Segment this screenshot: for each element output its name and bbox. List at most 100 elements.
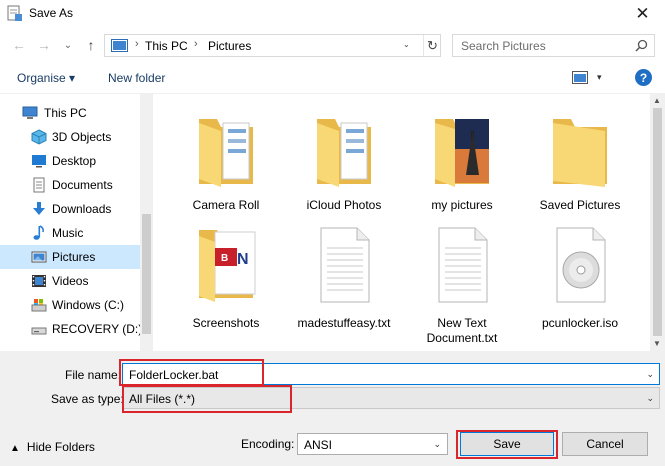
- new-folder-button[interactable]: New folder: [108, 71, 165, 85]
- file-list: Camera Roll iCloud Photos my pictures Sa…: [153, 94, 650, 351]
- sidebar-item-label: 3D Objects: [52, 130, 112, 144]
- help-icon: ?: [639, 70, 648, 85]
- view-options-icon[interactable]: [572, 71, 588, 84]
- sidebar-item-this-pc[interactable]: This PC: [0, 101, 140, 125]
- forward-arrow-icon: →: [37, 37, 51, 53]
- file-list-scrollbar[interactable]: ▲ ▼: [650, 94, 665, 351]
- svg-text:N: N: [237, 251, 249, 268]
- sidebar-item-pictures[interactable]: Pictures: [0, 245, 140, 269]
- file-name: iCloud Photos: [306, 198, 382, 212]
- sidebar-item-label: Music: [52, 226, 84, 240]
- file-name-label: File name:: [65, 368, 122, 382]
- pictures-location-icon: [111, 39, 128, 52]
- scroll-down-icon[interactable]: ▼: [653, 339, 661, 348]
- download-icon: [33, 202, 45, 215]
- encoding-select[interactable]: ANSI ⌄: [297, 433, 448, 455]
- encoding-label: Encoding:: [241, 437, 295, 451]
- sidebar-item-music[interactable]: Music: [0, 221, 140, 245]
- folder-icon: [553, 119, 607, 187]
- file-name: Camera Roll: [192, 198, 260, 212]
- chevron-up-icon: ▲: [10, 443, 20, 454]
- highlight-annotation: [122, 385, 292, 413]
- disc-image-icon: [556, 227, 606, 303]
- file-item-pcunlocker-iso[interactable]: pcunlocker.iso: [526, 222, 634, 347]
- file-name: New Text Document.txt: [426, 316, 498, 345]
- chevron-down-icon[interactable]: ⌄: [646, 393, 654, 404]
- cancel-button[interactable]: Cancel: [562, 432, 648, 456]
- help-button[interactable]: ?: [635, 69, 652, 86]
- file-item-saved-pictures[interactable]: Saved Pictures: [526, 104, 634, 219]
- file-item-screenshots[interactable]: B N Screenshots: [172, 222, 280, 347]
- file-name: madestuffeasy.txt: [297, 316, 391, 330]
- address-dropdown-icon[interactable]: ⌄: [403, 40, 410, 49]
- sidebar-item-label: Videos: [52, 274, 89, 288]
- svg-text:B: B: [221, 253, 228, 264]
- cube-icon: [31, 129, 47, 145]
- file-item-new-text-document-txt[interactable]: New Text Document.txt: [408, 222, 516, 347]
- scrollbar-thumb[interactable]: [653, 108, 662, 336]
- forward-button[interactable]: →: [34, 36, 54, 54]
- text-file-icon: [320, 227, 370, 303]
- save-as-type-label: Save as type:: [51, 392, 124, 406]
- highlight-annotation: [456, 430, 558, 459]
- file-name: my pictures: [431, 198, 493, 212]
- search-icon: [635, 39, 648, 52]
- document-icon: [33, 177, 45, 193]
- file-item-icloud-photos[interactable]: iCloud Photos: [290, 104, 398, 219]
- chevron-down-icon: ⌄: [63, 39, 73, 51]
- up-button[interactable]: ↑: [81, 36, 101, 54]
- file-item-madestuffeasy-txt[interactable]: madestuffeasy.txt: [290, 222, 398, 347]
- drive-icon: [31, 327, 47, 335]
- view-options-dropdown-icon[interactable]: ▾: [597, 72, 602, 83]
- music-icon: [33, 225, 44, 240]
- breadcrumb-pictures[interactable]: Pictures: [208, 39, 251, 53]
- sidebar-item-windows-c[interactable]: Windows (C:): [0, 293, 140, 317]
- sidebar-item-3d-objects[interactable]: 3D Objects: [0, 125, 140, 149]
- sidebar-item-downloads[interactable]: Downloads: [0, 197, 140, 221]
- file-item-my-pictures[interactable]: my pictures: [408, 104, 516, 219]
- pictures-icon: [31, 251, 47, 263]
- video-icon: [32, 275, 46, 287]
- sidebar-item-label: Downloads: [52, 202, 112, 216]
- breadcrumb-separator-icon: ›: [135, 38, 139, 50]
- chevron-down-icon: ⌄: [433, 439, 441, 449]
- drive-icon: [31, 299, 47, 312]
- chevron-down-icon[interactable]: ⌄: [646, 369, 654, 380]
- close-icon: ✕: [635, 4, 650, 23]
- scroll-up-icon[interactable]: ▲: [653, 96, 661, 105]
- recent-locations-button[interactable]: ⌄: [58, 36, 78, 54]
- sidebar-item-label: Pictures: [52, 250, 96, 264]
- command-toolbar: Organise ▾ New folder ▾ ?: [0, 62, 665, 94]
- sidebar-item-desktop[interactable]: Desktop: [0, 149, 140, 173]
- navigation-pane-scrollbar[interactable]: [140, 94, 153, 351]
- navigation-pane: This PC 3D Objects Desktop Documents Dow…: [0, 94, 153, 351]
- breadcrumb-separator-icon: ›: [194, 38, 198, 50]
- folder-icon: [199, 119, 253, 187]
- back-button[interactable]: ←: [9, 36, 29, 54]
- hide-folders-button[interactable]: ▲ Hide Folders: [10, 440, 95, 454]
- scrollbar-thumb[interactable]: [142, 214, 151, 334]
- computer-icon: [22, 106, 38, 119]
- sidebar-item-videos[interactable]: Videos: [0, 269, 140, 293]
- organise-menu[interactable]: Organise ▾: [17, 71, 75, 85]
- address-bar[interactable]: › This PC › Pictures ⌄ ↻: [104, 34, 441, 57]
- file-name: Screenshots: [192, 316, 260, 330]
- sidebar-item-recovery-d[interactable]: RECOVERY (D:): [0, 317, 142, 341]
- sidebar-item-label: Documents: [52, 178, 113, 192]
- close-button[interactable]: ✕: [620, 0, 665, 28]
- highlight-annotation: [119, 359, 264, 386]
- save-options-panel: File name: FolderLocker.bat ⌄ Save as ty…: [0, 351, 665, 466]
- sidebar-item-documents[interactable]: Documents: [0, 173, 140, 197]
- up-arrow-icon: ↑: [87, 37, 95, 53]
- search-placeholder: Search Pictures: [461, 39, 546, 53]
- save-as-app-icon: [7, 5, 22, 21]
- file-name: Saved Pictures: [539, 198, 621, 212]
- window-title: Save As: [29, 6, 74, 20]
- sidebar-item-label: This PC: [44, 106, 87, 120]
- title-bar: Save As ✕: [0, 0, 665, 28]
- refresh-button[interactable]: ↻: [423, 35, 441, 56]
- file-item-camera-roll[interactable]: Camera Roll: [172, 104, 280, 219]
- breadcrumb-this-pc[interactable]: This PC: [145, 39, 188, 53]
- search-input[interactable]: Search Pictures: [452, 34, 655, 57]
- cancel-button-label: Cancel: [586, 437, 624, 451]
